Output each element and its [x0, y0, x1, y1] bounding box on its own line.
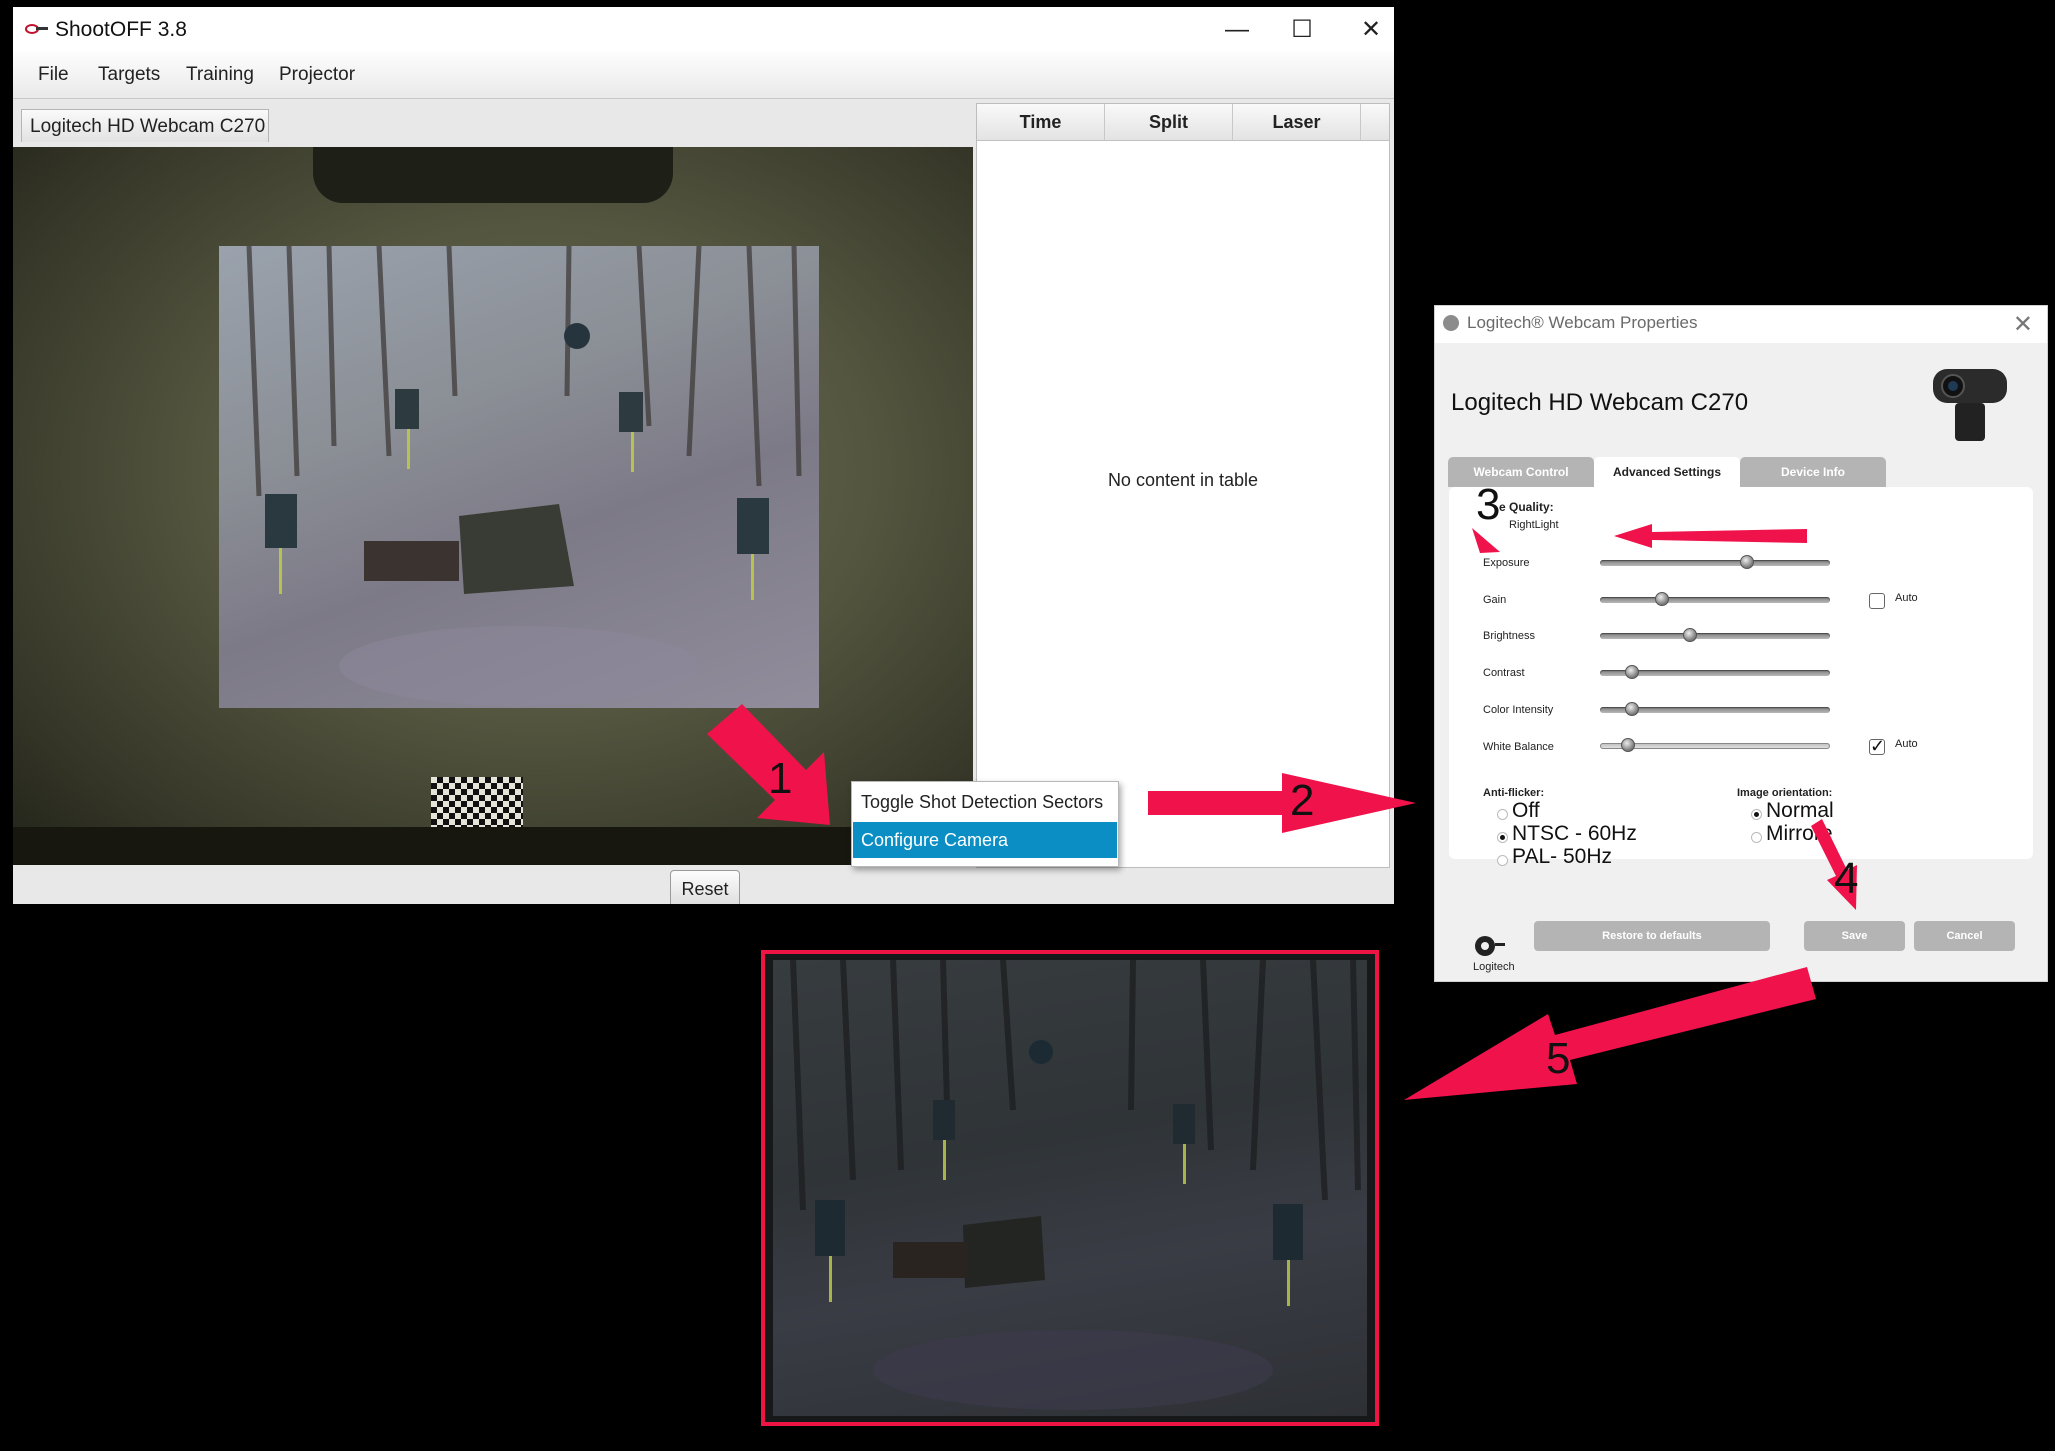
webcam-product-icon	[1933, 369, 2007, 441]
menu-targets[interactable]: Targets	[98, 64, 160, 86]
gain-auto-label: Auto	[1895, 592, 1918, 604]
color-intensity-slider-knob[interactable]	[1625, 702, 1640, 716]
step-2-label: 2	[1290, 776, 1315, 825]
menu-training[interactable]: Training	[186, 64, 254, 86]
image-quality-label: e Quality:	[1499, 500, 1554, 514]
context-menu: Toggle Shot Detection Sectors Configure …	[851, 781, 1119, 867]
menu-bar: File Targets Training Projector	[13, 52, 1394, 99]
minimize-icon: —	[1225, 15, 1249, 43]
anti-flicker-off-radio[interactable]	[1497, 809, 1508, 820]
dialog-body: Logitech HD Webcam C270 Webcam Control A…	[1435, 343, 2047, 981]
contrast-slider-knob[interactable]	[1625, 665, 1640, 679]
table-empty-message: No content in table	[1107, 470, 1259, 490]
window-title: ShootOFF 3.8	[55, 18, 187, 41]
camera-feed-shadow	[313, 147, 673, 203]
contrast-slider[interactable]	[1600, 665, 1830, 679]
anti-flicker-label: Anti-flicker:	[1483, 787, 1545, 799]
color-intensity-label: Color Intensity	[1483, 704, 1554, 716]
menu-item-configure-camera[interactable]: Configure Camera	[853, 822, 1117, 858]
orientation-normal-label: Normal	[1766, 799, 1834, 822]
column-time[interactable]: Time	[977, 104, 1105, 140]
gain-slider-knob[interactable]	[1655, 592, 1670, 606]
exposure-slider-knob[interactable]	[1740, 555, 1755, 569]
column-laser[interactable]: Laser	[1233, 104, 1361, 140]
reset-button[interactable]: Reset	[670, 870, 740, 904]
white-balance-label: White Balance	[1483, 741, 1554, 753]
tab-advanced-settings[interactable]: Advanced Settings	[1594, 457, 1740, 487]
save-button[interactable]: Save	[1804, 921, 1905, 951]
dialog-title-bar: Logitech® Webcam Properties ✕	[1435, 306, 2047, 343]
webcam-icon	[1443, 315, 1459, 331]
brightness-slider-knob[interactable]	[1682, 628, 1697, 642]
result-forest-scene	[790, 959, 1361, 1410]
dialog-title: Logitech® Webcam Properties	[1467, 313, 1698, 332]
close-icon: ✕	[1360, 16, 1382, 43]
anti-flicker-pal-radio[interactable]	[1497, 855, 1508, 866]
step-5-arrow-icon	[1404, 967, 1816, 1100]
close-icon[interactable]: ✕	[2013, 310, 2033, 339]
gain-auto-checkbox[interactable]	[1869, 593, 1885, 609]
gain-slider[interactable]	[1600, 592, 1830, 606]
gain-label: Gain	[1483, 594, 1507, 606]
orientation-mirrored-label: Mirrore	[1766, 822, 1833, 845]
shot-timer-table: Time Split Laser No content in table	[976, 103, 1390, 868]
white-balance-auto-label: Auto	[1895, 738, 1918, 750]
maximize-icon: ☐	[1291, 16, 1313, 43]
app-logo-icon	[25, 24, 48, 34]
step-3-label: 3	[1476, 480, 1501, 529]
camera-feed[interactable]	[13, 147, 973, 865]
webcam-properties-dialog: Logitech® Webcam Properties ✕ Logitech H…	[1434, 305, 2048, 982]
minimize-button[interactable]: —	[1203, 7, 1271, 52]
anti-flicker-ntsc-radio[interactable]	[1497, 832, 1508, 843]
logitech-logo-icon	[1475, 936, 1505, 956]
exposure-label: Exposure	[1483, 557, 1530, 569]
white-balance-auto-checkbox[interactable]: ✓	[1869, 737, 1885, 755]
step-1-label: 1	[768, 754, 793, 803]
tab-webcam-control[interactable]: Webcam Control	[1448, 457, 1594, 487]
white-balance-slider[interactable]	[1600, 738, 1830, 752]
rightlight-label: RightLight	[1509, 519, 1559, 531]
device-heading: Logitech HD Webcam C270	[1451, 389, 1749, 416]
image-orientation-label: Image orientation:	[1737, 787, 1833, 799]
orientation-mirrored-radio[interactable]	[1751, 832, 1762, 843]
step-5-label: 5	[1546, 1034, 1571, 1083]
camera-feed-bottom-shadow	[13, 827, 973, 865]
main-content: Logitech HD Webcam C270 1	[13, 99, 1394, 904]
maximize-button[interactable]: ☐	[1268, 7, 1336, 52]
brightness-slider[interactable]	[1600, 628, 1830, 642]
forest-scene	[246, 246, 802, 706]
result-forest-image	[773, 959, 1367, 1416]
menu-item-toggle-shot-detection-sectors[interactable]: Toggle Shot Detection Sectors	[853, 784, 1117, 820]
camera-tab[interactable]: Logitech HD Webcam C270 1	[21, 109, 269, 170]
contrast-label: Contrast	[1483, 667, 1525, 679]
anti-flicker-off-label: Off	[1512, 799, 1540, 822]
color-intensity-slider[interactable]	[1600, 702, 1830, 716]
table-header: Time Split Laser	[977, 104, 1389, 141]
tab-device-info[interactable]: Device Info	[1740, 457, 1886, 487]
shootoff-window: ShootOFF 3.8 — ☐ ✕ File Targets Training…	[13, 7, 1394, 904]
column-split[interactable]: Split	[1105, 104, 1233, 140]
logitech-brand: Logitech	[1473, 961, 1515, 973]
close-button[interactable]: ✕	[1337, 7, 1394, 52]
white-balance-slider-knob[interactable]	[1620, 738, 1635, 752]
anti-flicker-ntsc-label: NTSC - 60Hz	[1512, 822, 1637, 845]
cancel-button[interactable]: Cancel	[1914, 921, 2015, 951]
exposure-slider[interactable]	[1600, 555, 1830, 569]
title-bar: ShootOFF 3.8 — ☐ ✕	[13, 7, 1394, 52]
step-4-label: 4	[1834, 854, 1859, 903]
menu-projector[interactable]: Projector	[279, 64, 355, 86]
restore-defaults-button[interactable]: Restore to defaults	[1534, 921, 1770, 951]
menu-file[interactable]: File	[38, 64, 69, 86]
projected-target-image	[219, 246, 819, 708]
anti-flicker-pal-label: PAL- 50Hz	[1512, 845, 1612, 868]
advanced-settings-panel: e Quality: RightLight Exposure Gain Auto…	[1449, 487, 2033, 868]
orientation-normal-radio[interactable]	[1751, 809, 1762, 820]
result-camera-frame	[761, 950, 1379, 1426]
brightness-label: Brightness	[1483, 630, 1535, 642]
